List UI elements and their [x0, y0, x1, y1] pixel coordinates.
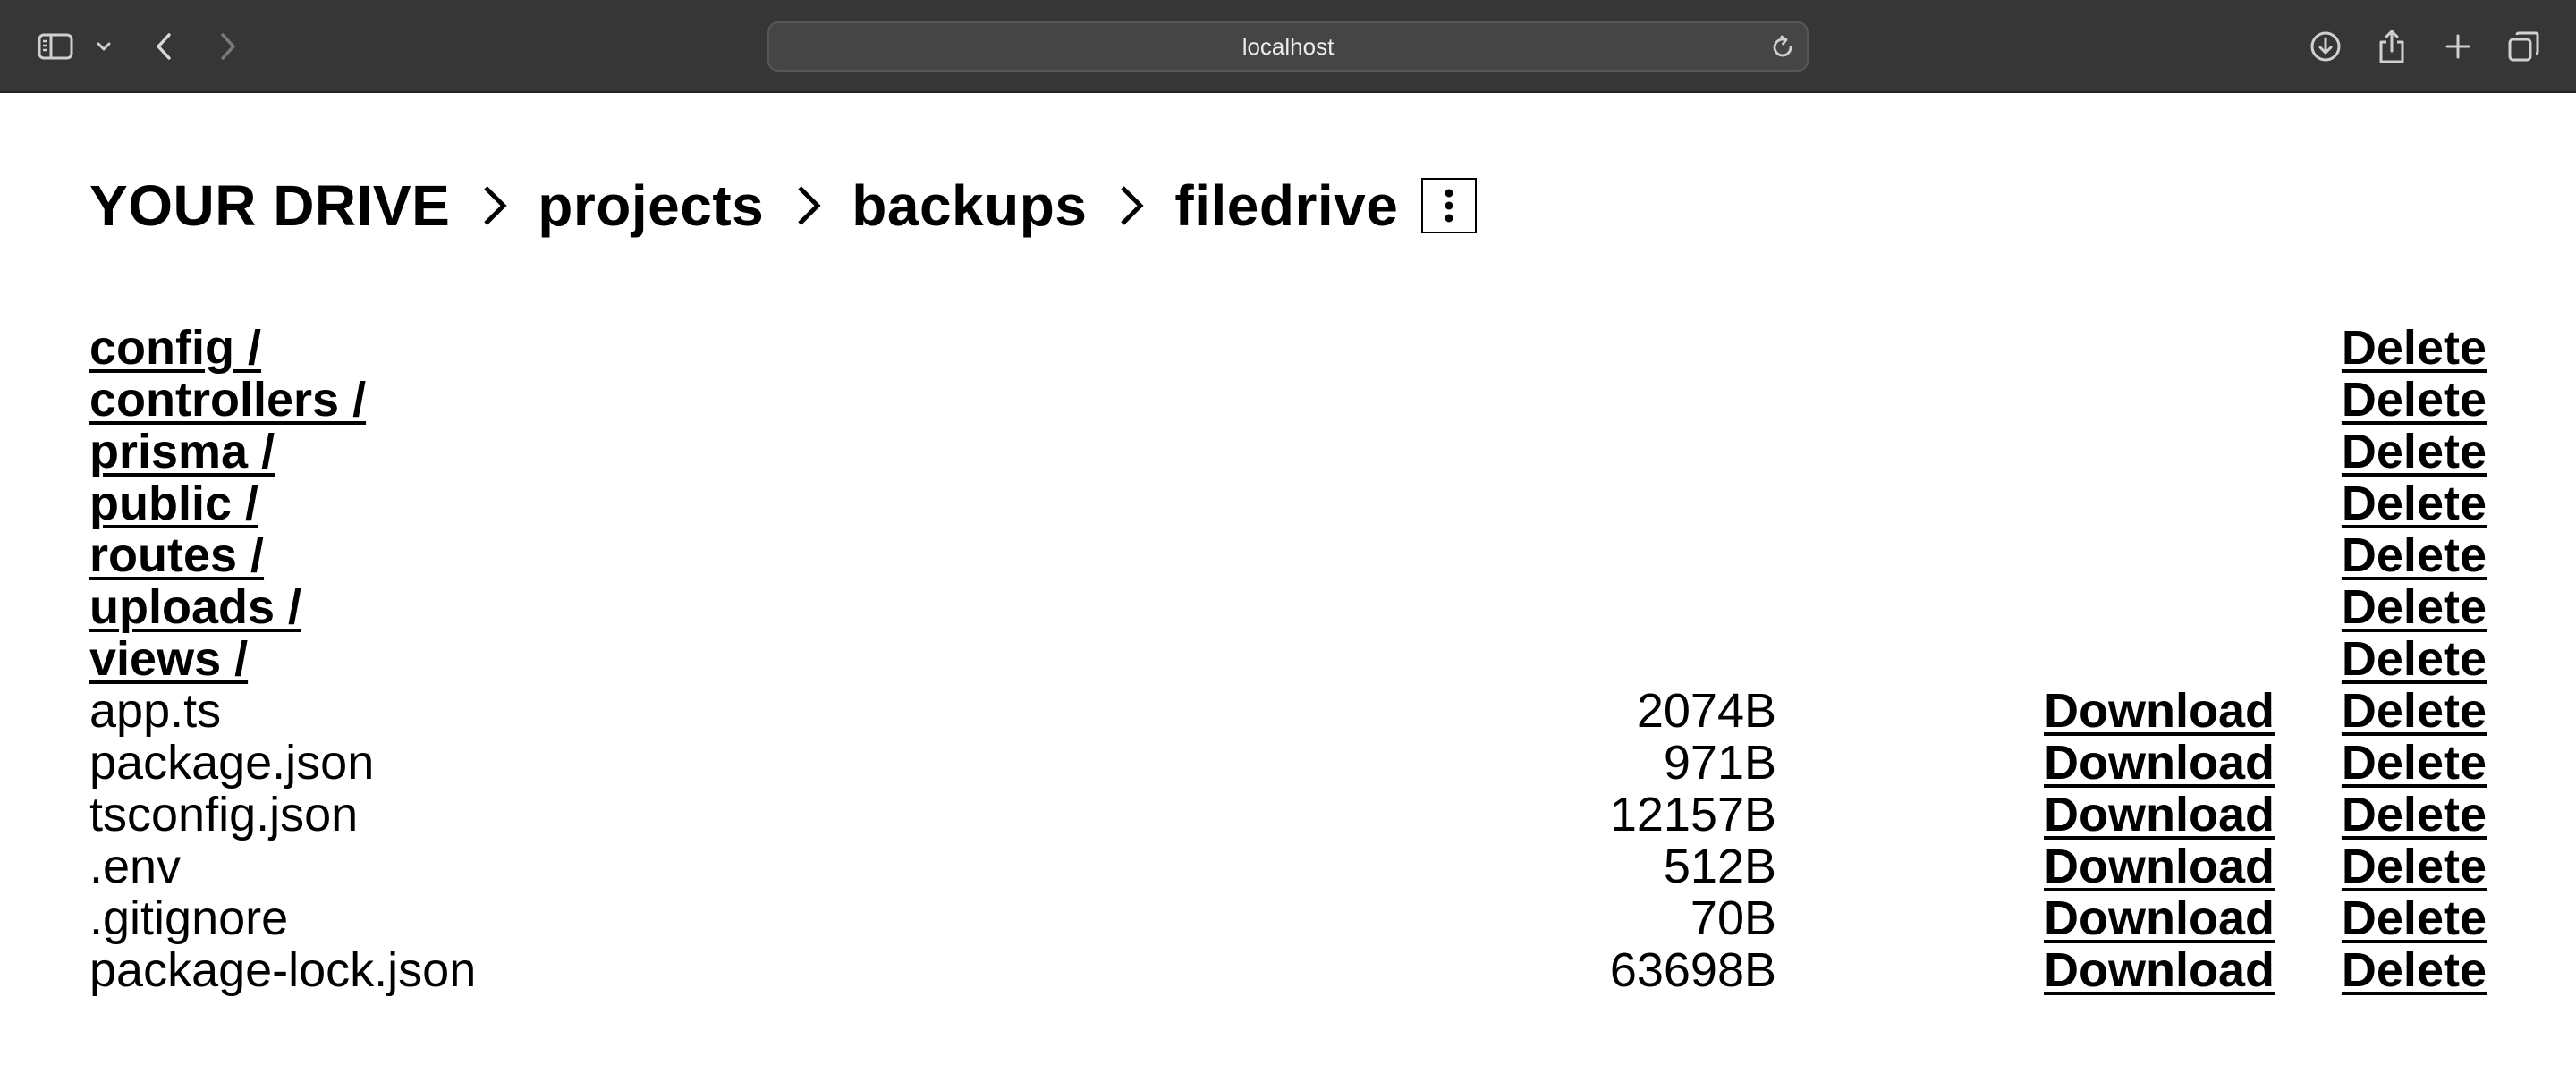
file-name: package.json [89, 736, 375, 790]
file-name: tsconfig.json [89, 788, 359, 841]
address-bar-url[interactable]: localhost [769, 23, 1807, 70]
breadcrumb-item-backups[interactable]: backups [852, 173, 1087, 239]
chevron-down-icon[interactable] [93, 27, 114, 66]
delete-button[interactable]: Delete [2342, 841, 2487, 892]
delete-button[interactable]: Delete [2342, 374, 2487, 426]
browser-toolbar: localhost [0, 0, 2576, 93]
delete-button[interactable]: Delete [2342, 477, 2487, 529]
file-size: 512B [1663, 840, 1776, 893]
file-list: config / Delete controllers / Delete pri… [89, 322, 2487, 996]
file-row: package.json 971B Download Delete [89, 737, 2487, 789]
file-size: 971B [1663, 736, 1776, 790]
chevron-right-icon [479, 181, 511, 231]
delete-button[interactable]: Delete [2342, 529, 2487, 581]
forward-arrow-icon[interactable] [215, 27, 242, 66]
file-size: 2074B [1636, 684, 1776, 738]
delete-button[interactable]: Delete [2342, 426, 2487, 477]
delete-button[interactable]: Delete [2342, 737, 2487, 789]
download-button[interactable]: Download [2044, 944, 2275, 996]
address-bar[interactable]: localhost [767, 21, 1809, 72]
delete-button[interactable]: Delete [2342, 581, 2487, 633]
file-name: package-lock.json [89, 943, 477, 997]
breadcrumb-item-filedrive: filedrive [1174, 173, 1399, 238]
folder-link[interactable]: routes / [89, 529, 264, 581]
folder-row: routes / Delete [89, 529, 2487, 581]
delete-button[interactable]: Delete [2342, 892, 2487, 944]
folder-link[interactable]: controllers / [89, 374, 366, 426]
sidebar-toggle-icon[interactable] [36, 27, 75, 66]
folder-row: views / Delete [89, 633, 2487, 685]
delete-button[interactable]: Delete [2342, 633, 2487, 685]
folder-row: config / Delete [89, 322, 2487, 374]
delete-button[interactable]: Delete [2342, 789, 2487, 841]
file-row: .gitignore 70B Download Delete [89, 892, 2487, 944]
breadcrumb-item-your-drive[interactable]: YOUR DRIVE [89, 173, 450, 239]
download-icon[interactable] [2306, 27, 2345, 66]
folder-row: public / Delete [89, 477, 2487, 529]
file-size: 12157B [1609, 788, 1776, 841]
chevron-right-icon [1115, 181, 1148, 231]
folder-row: prisma / Delete [89, 426, 2487, 477]
breadcrumb: YOUR DRIVE projects backups filedrive [89, 170, 1478, 241]
folder-row: controllers / Delete [89, 374, 2487, 426]
file-size: 70B [1690, 891, 1776, 945]
breadcrumb-item-projects[interactable]: projects [538, 173, 764, 239]
download-button[interactable]: Download [2044, 841, 2275, 892]
folder-link[interactable]: uploads / [89, 581, 301, 633]
download-button[interactable]: Download [2044, 685, 2275, 737]
more-options-button[interactable] [1421, 178, 1478, 233]
file-row: .env 512B Download Delete [89, 841, 2487, 892]
delete-button[interactable]: Delete [2342, 685, 2487, 737]
file-name: app.ts [89, 684, 222, 738]
file-name: .gitignore [89, 891, 289, 945]
file-size: 63698B [1609, 943, 1776, 997]
download-button[interactable]: Download [2044, 789, 2275, 841]
delete-button[interactable]: Delete [2342, 944, 2487, 996]
chevron-right-icon [792, 181, 825, 231]
back-arrow-icon[interactable] [150, 27, 177, 66]
file-row: app.ts 2074B Download Delete [89, 685, 2487, 737]
folder-row: uploads / Delete [89, 581, 2487, 633]
folder-link[interactable]: config / [89, 322, 261, 374]
delete-button[interactable]: Delete [2342, 322, 2487, 374]
download-button[interactable]: Download [2044, 892, 2275, 944]
folder-link[interactable]: views / [89, 633, 248, 685]
folder-link[interactable]: public / [89, 477, 258, 529]
kebab-menu-icon [1445, 189, 1453, 223]
folder-link[interactable]: prisma / [89, 426, 275, 477]
file-name: .env [89, 840, 182, 893]
download-button[interactable]: Download [2044, 737, 2275, 789]
new-tab-icon[interactable] [2440, 27, 2476, 66]
tab-overview-icon[interactable] [2504, 27, 2544, 66]
share-icon[interactable] [2374, 27, 2410, 66]
reload-icon[interactable] [1769, 34, 1796, 61]
file-row: package-lock.json 63698B Download Delete [89, 944, 2487, 996]
file-row: tsconfig.json 12157B Download Delete [89, 789, 2487, 841]
